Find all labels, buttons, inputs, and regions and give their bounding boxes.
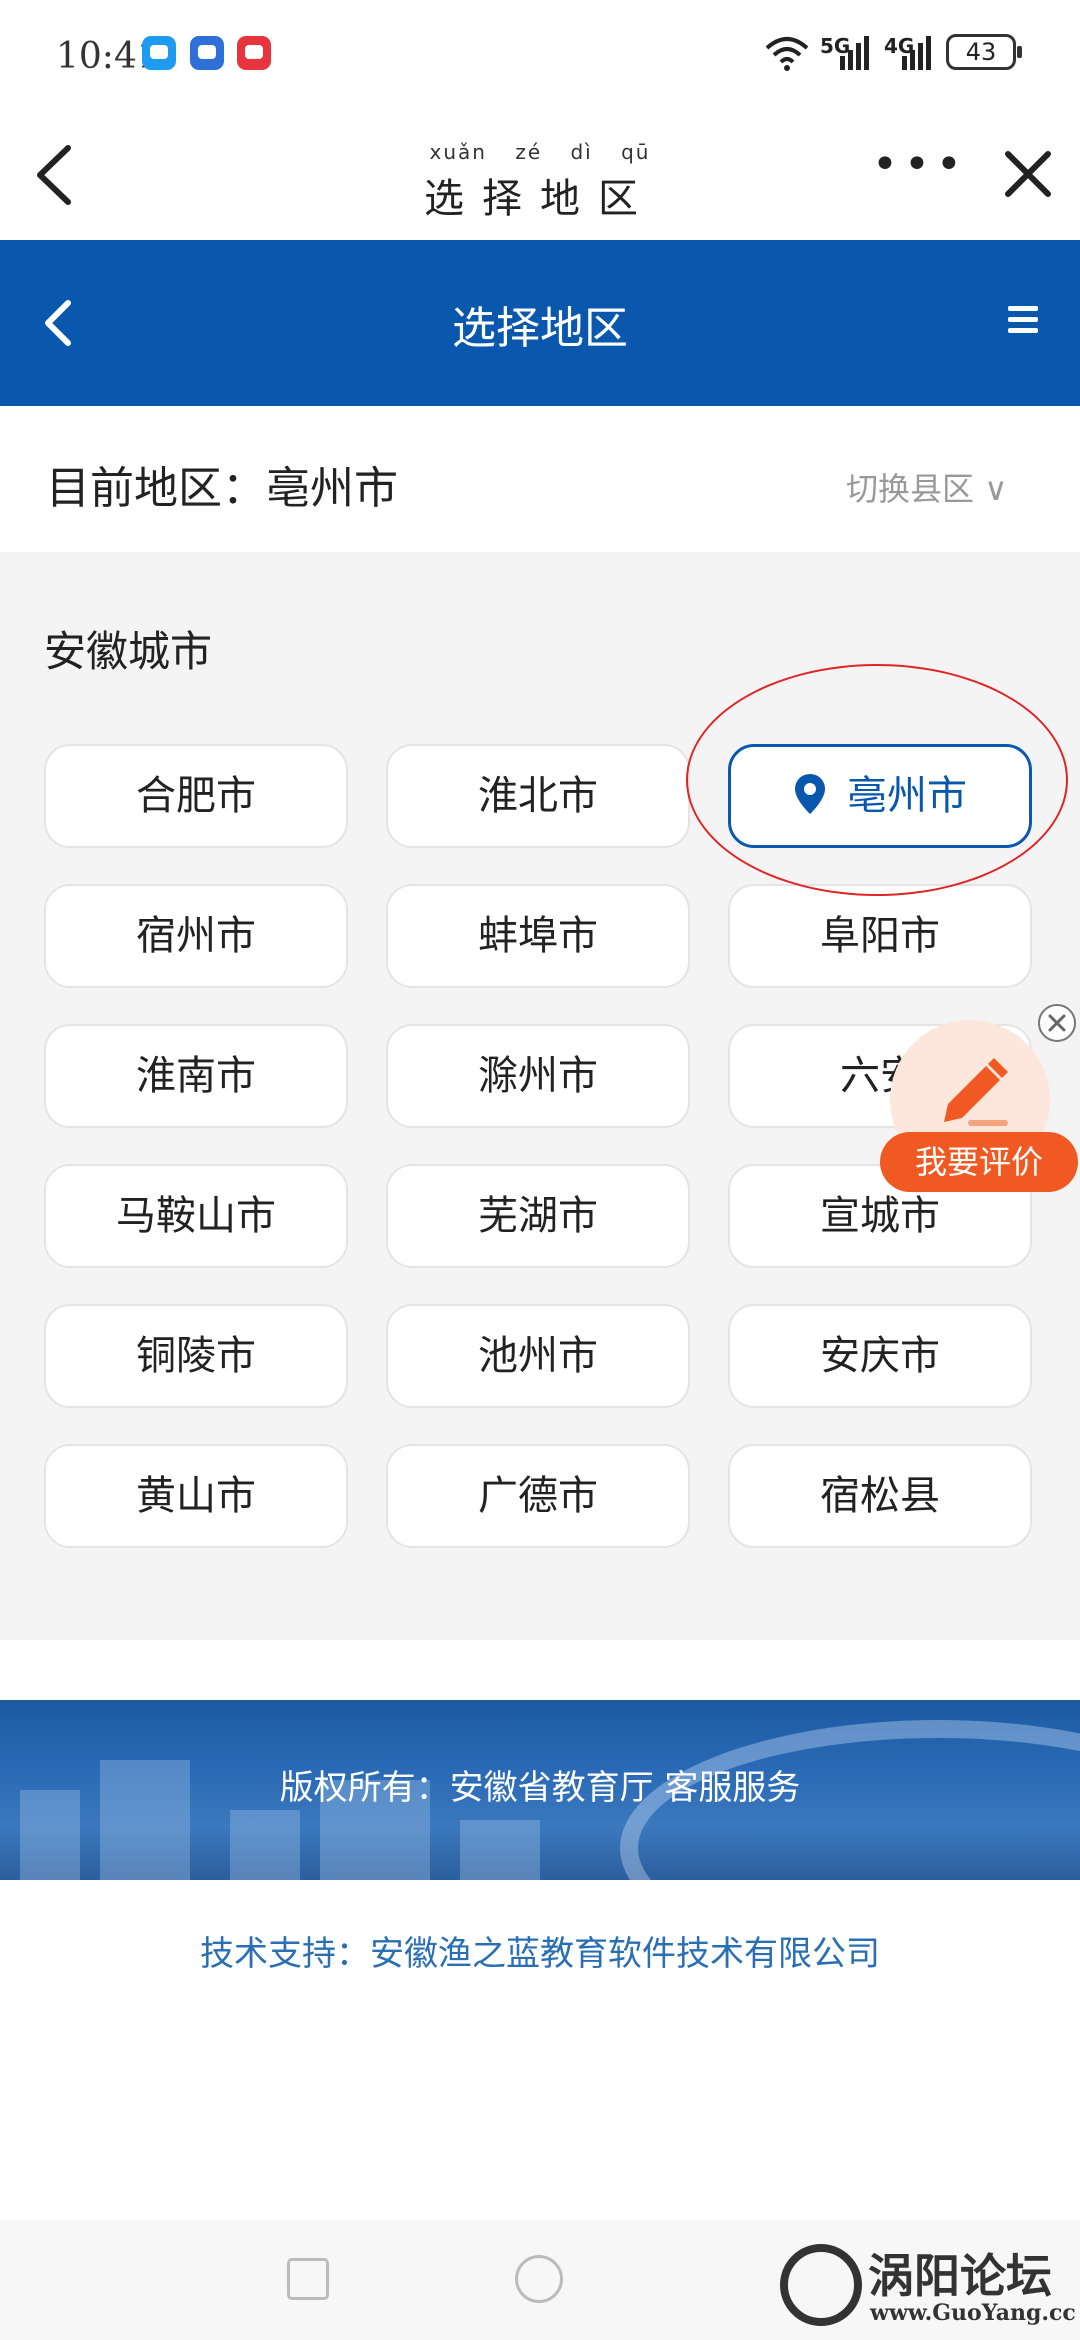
- watermark-logo-icon: [780, 2244, 862, 2326]
- feedback-label: 我要评价: [880, 1132, 1078, 1192]
- recent-apps-button[interactable]: [287, 2258, 329, 2300]
- signal-bars-icon: [836, 34, 876, 70]
- page-header: 选择地区: [0, 240, 1080, 406]
- signal-bars-icon: [898, 34, 938, 70]
- tech-support-text: 技术支持：安徽渔之蓝教育软件技术有限公司: [200, 1934, 880, 1974]
- copyright-text: 版权所有：安徽省教育厅 客服服务: [279, 1768, 801, 1808]
- city-button[interactable]: 马鞍山市: [44, 1164, 348, 1268]
- watermark-name: 涡阳论坛: [868, 2249, 1052, 2303]
- switch-county-dropdown[interactable]: 切换县区 ∨: [846, 464, 1008, 510]
- city-button[interactable]: 淮北市: [386, 744, 690, 848]
- city-button[interactable]: 铜陵市: [44, 1304, 348, 1408]
- city-label: 宿松县: [820, 1473, 940, 1519]
- city-button[interactable]: 滁州市: [386, 1024, 690, 1128]
- message-notification-icon: [142, 36, 176, 70]
- city-label: 黄山市: [136, 1473, 256, 1519]
- wifi-icon: [765, 37, 809, 71]
- city-button[interactable]: 黄山市: [44, 1444, 348, 1548]
- watermark: 涡阳论坛 www.GuoYang.cc: [780, 2240, 1080, 2340]
- city-button[interactable]: 蚌埠市: [386, 884, 690, 988]
- battery-icon: 43: [946, 34, 1022, 70]
- more-options-icon[interactable]: •••: [872, 143, 962, 187]
- footer-banner: 版权所有：安徽省教育厅 客服服务: [0, 1700, 1080, 1880]
- city-label: 淮南市: [136, 1053, 256, 1099]
- city-label: 蚌埠市: [478, 913, 598, 959]
- city-label: 铜陵市: [136, 1333, 256, 1379]
- feedback-close-icon[interactable]: [1038, 1004, 1076, 1042]
- city-button[interactable]: 安庆市: [728, 1304, 1032, 1408]
- city-button[interactable]: 广德市: [386, 1444, 690, 1548]
- city-button[interactable]: 阜阳市: [728, 884, 1032, 988]
- close-icon[interactable]: [998, 144, 1058, 204]
- section-title: 安徽城市: [44, 627, 213, 676]
- highlight-circle: [686, 664, 1068, 896]
- city-button[interactable]: 芜湖市: [386, 1164, 690, 1268]
- city-button[interactable]: 宿州市: [44, 884, 348, 988]
- pencil-icon: [944, 1058, 1008, 1126]
- city-label: 广德市: [478, 1473, 598, 1519]
- city-button[interactable]: 宿松县: [728, 1444, 1032, 1548]
- city-label: 安庆市: [820, 1333, 940, 1379]
- city-label: 宿州市: [136, 913, 256, 959]
- city-label: 阜阳市: [820, 913, 940, 959]
- top-nav: xuǎn zé dì qū 选择地区 •••: [0, 110, 1080, 240]
- home-button[interactable]: [515, 2255, 563, 2303]
- app-notification-icon: [190, 36, 224, 70]
- menu-icon[interactable]: [1008, 306, 1042, 336]
- city-label: 芜湖市: [478, 1193, 598, 1239]
- city-label: 池州市: [478, 1333, 598, 1379]
- city-label: 合肥市: [136, 773, 256, 819]
- current-region-row: 目前地区：亳州市 切换县区 ∨: [0, 406, 1080, 552]
- city-button[interactable]: 淮南市: [44, 1024, 348, 1128]
- city-button[interactable]: 合肥市: [44, 744, 348, 848]
- city-button[interactable]: 池州市: [386, 1304, 690, 1408]
- watermark-url: www.GuoYang.cc: [870, 2300, 1076, 2326]
- current-region-label: 目前地区：亳州市: [46, 463, 398, 514]
- mail-notification-icon: [237, 36, 271, 70]
- status-bar: 10:41 5G 4G 43: [0, 0, 1080, 110]
- city-label: 滁州市: [478, 1053, 598, 1099]
- header-title: 选择地区: [452, 303, 628, 354]
- city-label: 淮北市: [478, 773, 598, 819]
- city-label: 马鞍山市: [116, 1193, 276, 1239]
